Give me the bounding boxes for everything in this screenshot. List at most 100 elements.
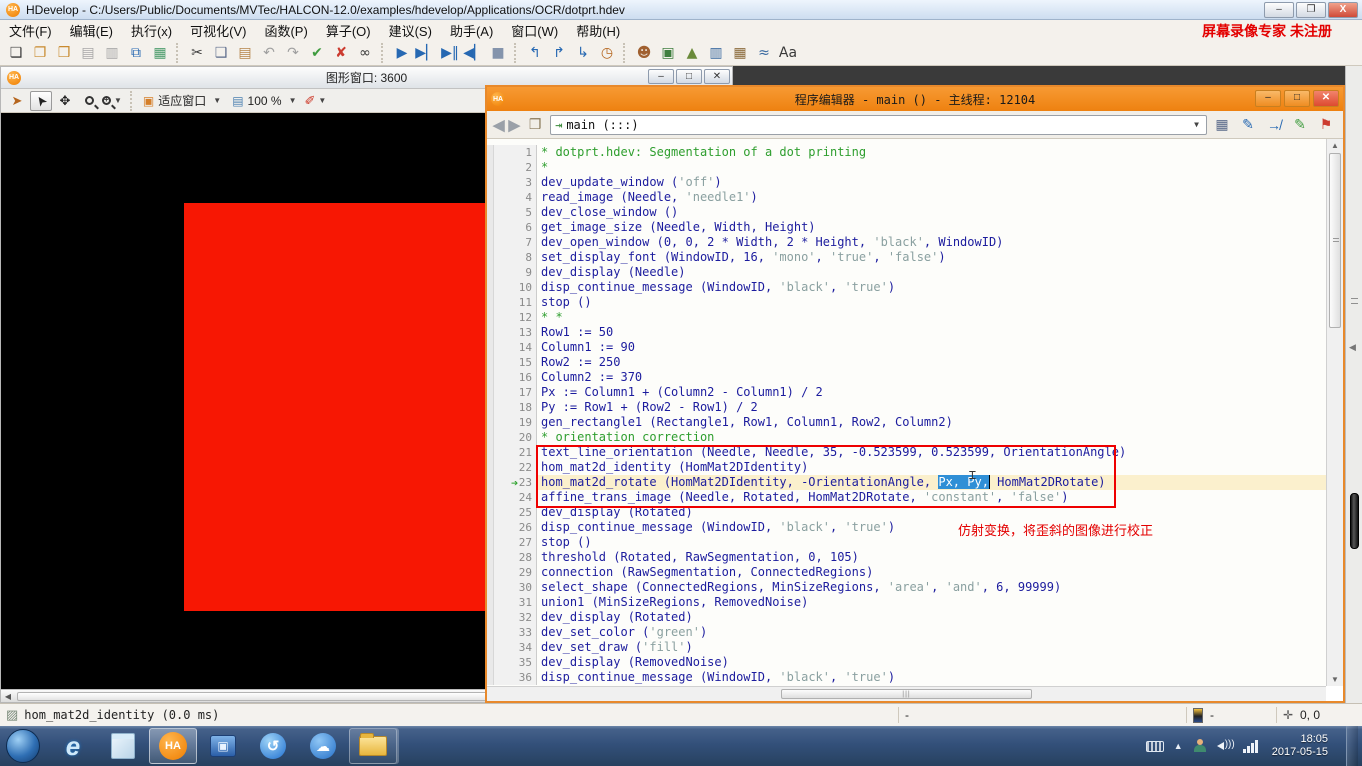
taskbar-notepad[interactable] [99,728,147,764]
remove-bookmark-icon[interactable]: ⚑ [1315,116,1337,133]
menu-assistants[interactable]: 助手(A) [441,19,502,42]
open-program-icon[interactable]: ❐ [29,43,51,63]
editor-hscrollbar[interactable]: ||| [487,686,1326,701]
breakpoint-gutter[interactable] [487,610,494,625]
volume-icon[interactable]: ))) [1216,739,1235,753]
code-text[interactable]: disp_continue_message (WindowID, 'black'… [537,670,1326,685]
hscroll-thumb[interactable]: ||| [780,689,1033,699]
taskbar-hdevelop[interactable]: HA [149,728,197,764]
graphics-close-button[interactable]: ✕ [704,69,730,84]
breakpoint-gutter[interactable] [487,235,494,250]
code-text[interactable]: Row2 := 250 [537,355,1326,370]
code-text[interactable]: affine_trans_image (Needle, Rotated, Hom… [537,490,1326,505]
editor-titlebar[interactable]: HA 程序编辑器 - main () - 主线程: 12104 – □ ✕ [487,87,1343,111]
code-text[interactable]: dev_update_window ('off') [537,175,1326,190]
graphics-hscroll-left-icon[interactable]: ◀ [1,692,15,701]
vscroll-thumb[interactable] [1329,153,1341,328]
clear-run-marker-icon[interactable]: ↛ [1263,117,1285,133]
menu-window[interactable]: 窗口(W) [502,19,567,42]
code-line[interactable]: 25 dev_display (Rotated) [487,505,1326,520]
undo-icon[interactable]: ↶ [258,43,280,63]
procedure-browser-icon[interactable]: ❒ [524,116,546,133]
code-line[interactable]: 15 Row2 := 250 [487,355,1326,370]
vscroll-up-icon[interactable]: ▲ [1327,141,1343,150]
profiler-icon[interactable]: ◷ [596,43,618,63]
tray-expand-icon[interactable]: ▲ [1174,741,1183,751]
code-line[interactable]: 3 dev_update_window ('off') [487,175,1326,190]
step-over-icon[interactable]: ▶‖ [439,43,461,63]
export-program-icon[interactable]: ⧉ [125,43,147,63]
code-text[interactable]: dev_display (Rotated) [537,610,1326,625]
taskbar-clock[interactable]: 18:05 2017-05-15 [1272,733,1328,759]
breakpoint-gutter[interactable] [487,460,494,475]
stop-icon[interactable]: ■ [487,43,509,63]
breakpoint-gutter[interactable] [487,400,494,415]
code-line[interactable]: 8 set_display_font (WindowID, 16, 'mono',… [487,250,1326,265]
code-text[interactable]: text_line_orientation (Needle, Needle, 3… [537,445,1326,460]
code-text[interactable]: dev_display (RemovedNoise) [537,655,1326,670]
breakpoint-gutter[interactable] [487,355,494,370]
code-text[interactable]: get_image_size (Needle, Width, Height) [537,220,1326,235]
nav-forward-icon[interactable]: ▶ [509,116,521,134]
code-line[interactable]: 14 Column1 := 90 [487,340,1326,355]
breakpoint-gutter[interactable] [487,205,494,220]
procedure-selector-combo[interactable]: ⇥ main (:::) ▼ [550,114,1207,135]
code-text[interactable]: set_display_font (WindowID, 16, 'mono', … [537,250,1326,265]
code-line[interactable]: 34 dev_set_draw ('fill') [487,640,1326,655]
procedure-interface-icon[interactable]: ▦ [1211,116,1233,133]
breakpoint-gutter[interactable] [487,160,494,175]
code-line[interactable]: 7 dev_open_window (0, 0, 2 * Width, 2 * H… [487,235,1326,250]
breakpoint-gutter[interactable] [487,595,494,610]
editor-vscrollbar[interactable]: ▲ ▼ [1326,139,1343,686]
deactivate-lines-icon[interactable]: ✘ [330,43,352,63]
menu-suggestions[interactable]: 建议(S) [380,19,441,42]
code-text[interactable]: stop () [537,535,1326,550]
procedure-selector-dropdown-icon[interactable]: ▼ [1194,120,1199,129]
show-desktop-button[interactable] [1346,726,1358,766]
code-text[interactable]: dev_display (Needle) [537,265,1326,280]
code-text[interactable]: dev_display (Rotated) [537,505,1326,520]
code-text[interactable]: Py := Row1 + (Row2 - Row1) / 2 [537,400,1326,415]
nav-back-icon[interactable]: ◀ [493,116,505,134]
breakpoint-gutter[interactable] [487,655,494,670]
code-line[interactable]: 18 Py := Row1 + (Row2 - Row1) / 2 [487,400,1326,415]
code-line[interactable]: 35 dev_display (RemovedNoise) [487,655,1326,670]
pointer-tool-icon[interactable]: ➤ [30,90,52,111]
zoom-tool-icon[interactable] [78,91,100,111]
code-line[interactable]: 4 read_image (Needle, 'needle1') [487,190,1326,205]
step-into-icon[interactable]: ◀▏ [463,43,485,63]
code-text[interactable]: read_image (Needle, 'needle1') [537,190,1326,205]
code-text[interactable]: Column1 := 90 [537,340,1326,355]
code-text[interactable]: dev_close_window () [537,205,1326,220]
menu-operators[interactable]: 算子(O) [317,19,380,42]
screenshot-assistant-icon[interactable]: ▦ [149,43,171,63]
redo-icon[interactable]: ↷ [282,43,304,63]
draw-color-icon[interactable]: ✐ ▼ [305,91,330,111]
edit-procedure-icon[interactable]: ✎ [1237,116,1259,133]
code-line[interactable]: 24 affine_trans_image (Needle, Rotated, H… [487,490,1326,505]
breakpoint-gutter[interactable] [487,490,494,505]
code-line[interactable]: 27 stop () [487,535,1326,550]
code-text[interactable]: gen_rectangle1 (Rectangle1, Row1, Column… [537,415,1326,430]
splitter-grip[interactable] [1351,298,1358,304]
code-text[interactable]: threshold (Rotated, RawSegmentation, 0, … [537,550,1326,565]
breakpoint-gutter[interactable] [487,190,494,205]
code-line[interactable]: 20 * orientation correction [487,430,1326,445]
breakpoint-gutter[interactable] [487,445,494,460]
code-text[interactable]: * [537,160,1326,175]
zoom-percent-combo[interactable]: ▤ 100 % ▼ [228,91,303,111]
close-button[interactable]: X [1328,2,1358,18]
copy-icon[interactable]: ❑ [210,43,232,63]
image-window-icon[interactable]: ▣ [657,43,679,63]
code-line[interactable]: 29 connection (RawSegmentation, Connected… [487,565,1326,580]
cut-icon[interactable]: ✂ [186,43,208,63]
code-line[interactable]: 33 dev_set_color ('green') [487,625,1326,640]
save-icon[interactable]: ▤ [77,43,99,63]
breakpoint-gutter[interactable] [487,145,494,160]
breakpoint-gutter[interactable] [487,430,494,445]
code-line[interactable]: 11 stop () [487,295,1326,310]
menu-edit[interactable]: 编辑(E) [61,19,122,42]
code-text[interactable]: Px := Column1 + (Column2 - Column1) / 2 [537,385,1326,400]
restore-button[interactable]: ❐ [1296,2,1326,18]
code-text[interactable]: select_shape (ConnectedRegions, MinSizeR… [537,580,1326,595]
